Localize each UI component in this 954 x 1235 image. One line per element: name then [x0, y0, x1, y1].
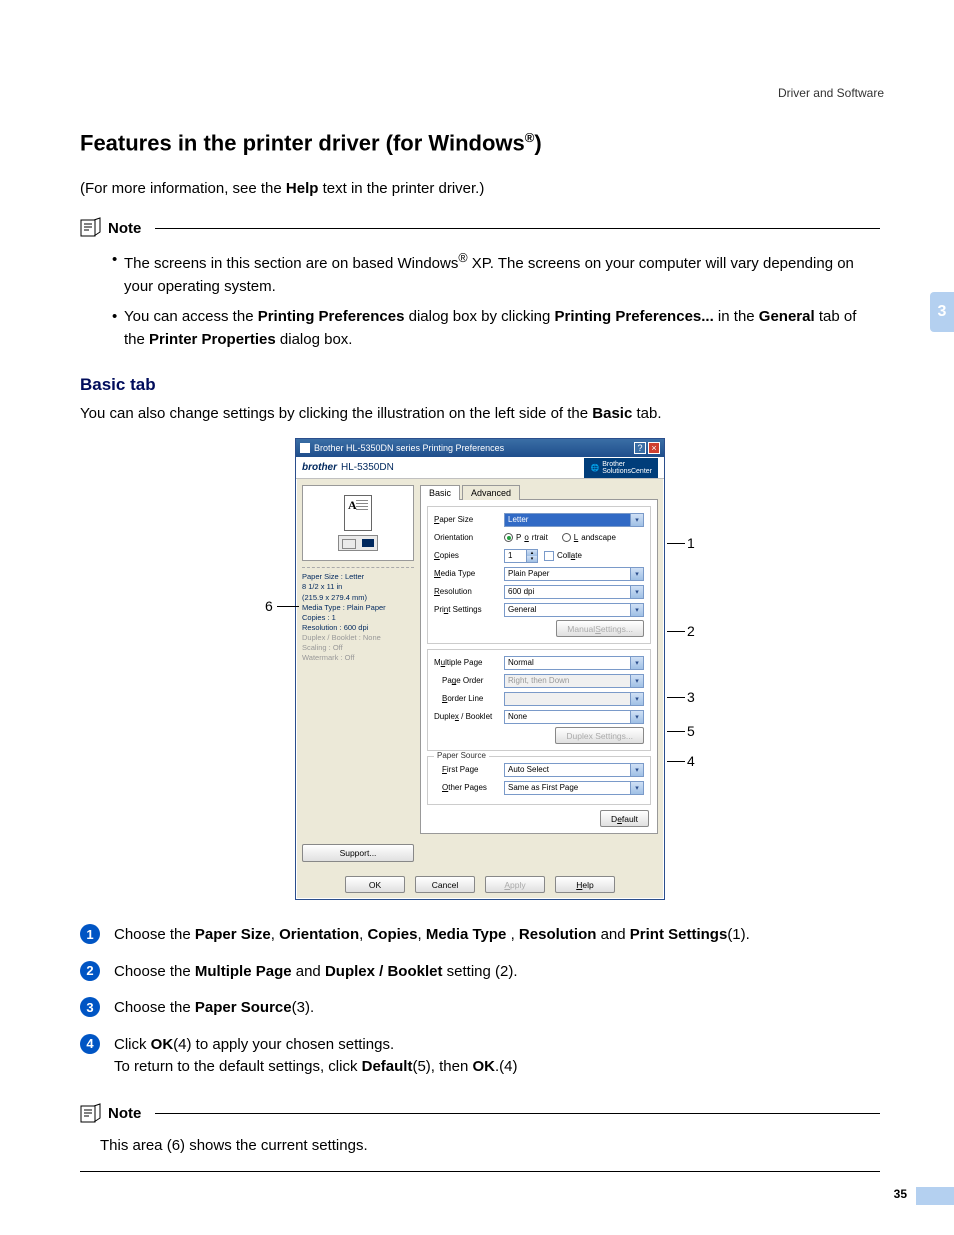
default-button[interactable]: Default: [600, 810, 649, 827]
step-number-3: 3: [80, 997, 100, 1017]
callout-4: 4: [687, 753, 695, 769]
window-icon: [300, 443, 310, 453]
chevron-down-icon: ▾: [630, 675, 643, 687]
cancel-button[interactable]: Cancel: [415, 876, 475, 893]
callout-6: 6: [265, 598, 273, 614]
note-block-2: Note This area (6) shows the current set…: [80, 1103, 880, 1173]
label-border-line: Border Line: [434, 694, 504, 703]
first-page-select[interactable]: Auto Select▾: [504, 763, 644, 777]
dialog-titlebar[interactable]: Brother HL-5350DN series Printing Prefer…: [296, 439, 664, 457]
group-title-paper-source: Paper Source: [434, 751, 489, 760]
other-pages-select[interactable]: Same as First Page▾: [504, 781, 644, 795]
help-button[interactable]: ?: [634, 442, 646, 454]
resolution-select[interactable]: 600 dpi▾: [504, 585, 644, 599]
label-resolution: Resolution: [434, 587, 504, 596]
page-tab-decoration: [916, 1187, 954, 1205]
callout-2: 2: [687, 623, 695, 639]
support-button[interactable]: Support...: [302, 844, 414, 862]
note-label: Note: [108, 1105, 141, 1122]
radio-landscape[interactable]: Landscape: [562, 533, 616, 542]
brand-logo: brother: [302, 462, 337, 473]
chevron-down-icon: ▾: [630, 514, 643, 526]
solutions-center-link[interactable]: 🌐 BrotherSolutionsCenter: [584, 458, 658, 478]
step-3-text: Choose the Paper Source(3).: [114, 997, 314, 1020]
printing-preferences-dialog: Brother HL-5350DN series Printing Prefer…: [295, 438, 665, 900]
collate-checkbox[interactable]: Collate: [544, 551, 582, 561]
chevron-down-icon: ▾: [630, 568, 643, 580]
manual-settings-button[interactable]: Manual Settings...: [556, 620, 644, 637]
step-number-1: 1: [80, 924, 100, 944]
tray-icon: [338, 535, 378, 551]
chevron-down-icon: ▾: [630, 782, 643, 794]
note-block-1: Note The screens in this section are on …: [80, 217, 880, 351]
step-1-text: Choose the Paper Size, Orientation, Copi…: [114, 924, 750, 947]
callout-3: 3: [687, 689, 695, 705]
label-other-pages: Other Pages: [434, 783, 504, 792]
page-number: 35: [894, 1187, 907, 1201]
note1-bullet2: You can access the Printing Preferences …: [112, 306, 880, 351]
label-orientation: Orientation: [434, 533, 504, 542]
note-icon: [80, 1103, 102, 1125]
globe-icon: 🌐: [590, 464, 599, 472]
ok-button[interactable]: OK: [345, 876, 405, 893]
chevron-down-icon: ▾: [630, 604, 643, 616]
label-media-type: Media Type: [434, 569, 504, 578]
paper-size-select[interactable]: Letter▾: [504, 513, 644, 527]
brand-model: HL-5350DN: [341, 462, 394, 473]
multiple-page-select[interactable]: Normal▾: [504, 656, 644, 670]
callout-5: 5: [687, 723, 695, 739]
label-copies: Copies: [434, 551, 504, 560]
chevron-down-icon: ▾: [630, 657, 643, 669]
section-heading: Basic tab: [80, 375, 880, 395]
label-duplex-booklet: Duplex / Booklet: [434, 712, 504, 721]
step-2-text: Choose the Multiple Page and Duplex / Bo…: [114, 961, 518, 984]
label-first-page: First Page: [434, 765, 504, 774]
section-desc: You can also change settings by clicking…: [80, 405, 880, 422]
step-number-2: 2: [80, 961, 100, 981]
tab-advanced[interactable]: Advanced: [462, 485, 520, 500]
chevron-down-icon: ▾: [630, 711, 643, 723]
preview-illustration[interactable]: A: [302, 485, 414, 561]
page-title: Features in the printer driver (for Wind…: [80, 130, 880, 156]
copies-input[interactable]: 1▴▾: [504, 549, 538, 563]
close-button[interactable]: ×: [648, 442, 660, 454]
note-icon: [80, 217, 102, 239]
note2-text: This area (6) shows the current settings…: [100, 1137, 368, 1154]
intro-text: (For more information, see the Help text…: [80, 180, 880, 197]
radio-portrait[interactable]: Portrait: [504, 533, 548, 542]
page-order-select[interactable]: Right, then Down▾: [504, 674, 644, 688]
step-number-4: 4: [80, 1034, 100, 1054]
duplex-booklet-select[interactable]: None▾: [504, 710, 644, 724]
media-type-select[interactable]: Plain Paper▾: [504, 567, 644, 581]
chapter-tab: 3: [930, 292, 954, 332]
label-multiple-page: Multiple Page: [434, 658, 504, 667]
label-page-order: Page Order: [434, 676, 504, 685]
border-line-select[interactable]: ▾: [504, 692, 644, 706]
dialog-title: Brother HL-5350DN series Printing Prefer…: [314, 443, 504, 453]
callout-1: 1: [687, 535, 695, 551]
note-label: Note: [108, 220, 141, 237]
apply-button[interactable]: Apply: [485, 876, 545, 893]
chevron-down-icon: ▾: [630, 764, 643, 776]
label-print-settings: Print Settings: [434, 605, 504, 614]
status-list: Paper Size : Letter 8 1/2 x 11 in (215.9…: [302, 567, 414, 663]
step-4-text: Click OK(4) to apply your chosen setting…: [114, 1034, 518, 1079]
chevron-down-icon: ▾: [630, 586, 643, 598]
chevron-down-icon: ▾: [630, 693, 643, 705]
help-button[interactable]: Help: [555, 876, 615, 893]
print-settings-select[interactable]: General▾: [504, 603, 644, 617]
page-header: Driver and Software: [778, 86, 884, 100]
tab-basic[interactable]: Basic: [420, 485, 460, 500]
note1-bullet1: The screens in this section are on based…: [112, 249, 880, 298]
label-paper-size: Paper Size: [434, 515, 504, 524]
duplex-settings-button[interactable]: Duplex Settings...: [555, 727, 644, 744]
